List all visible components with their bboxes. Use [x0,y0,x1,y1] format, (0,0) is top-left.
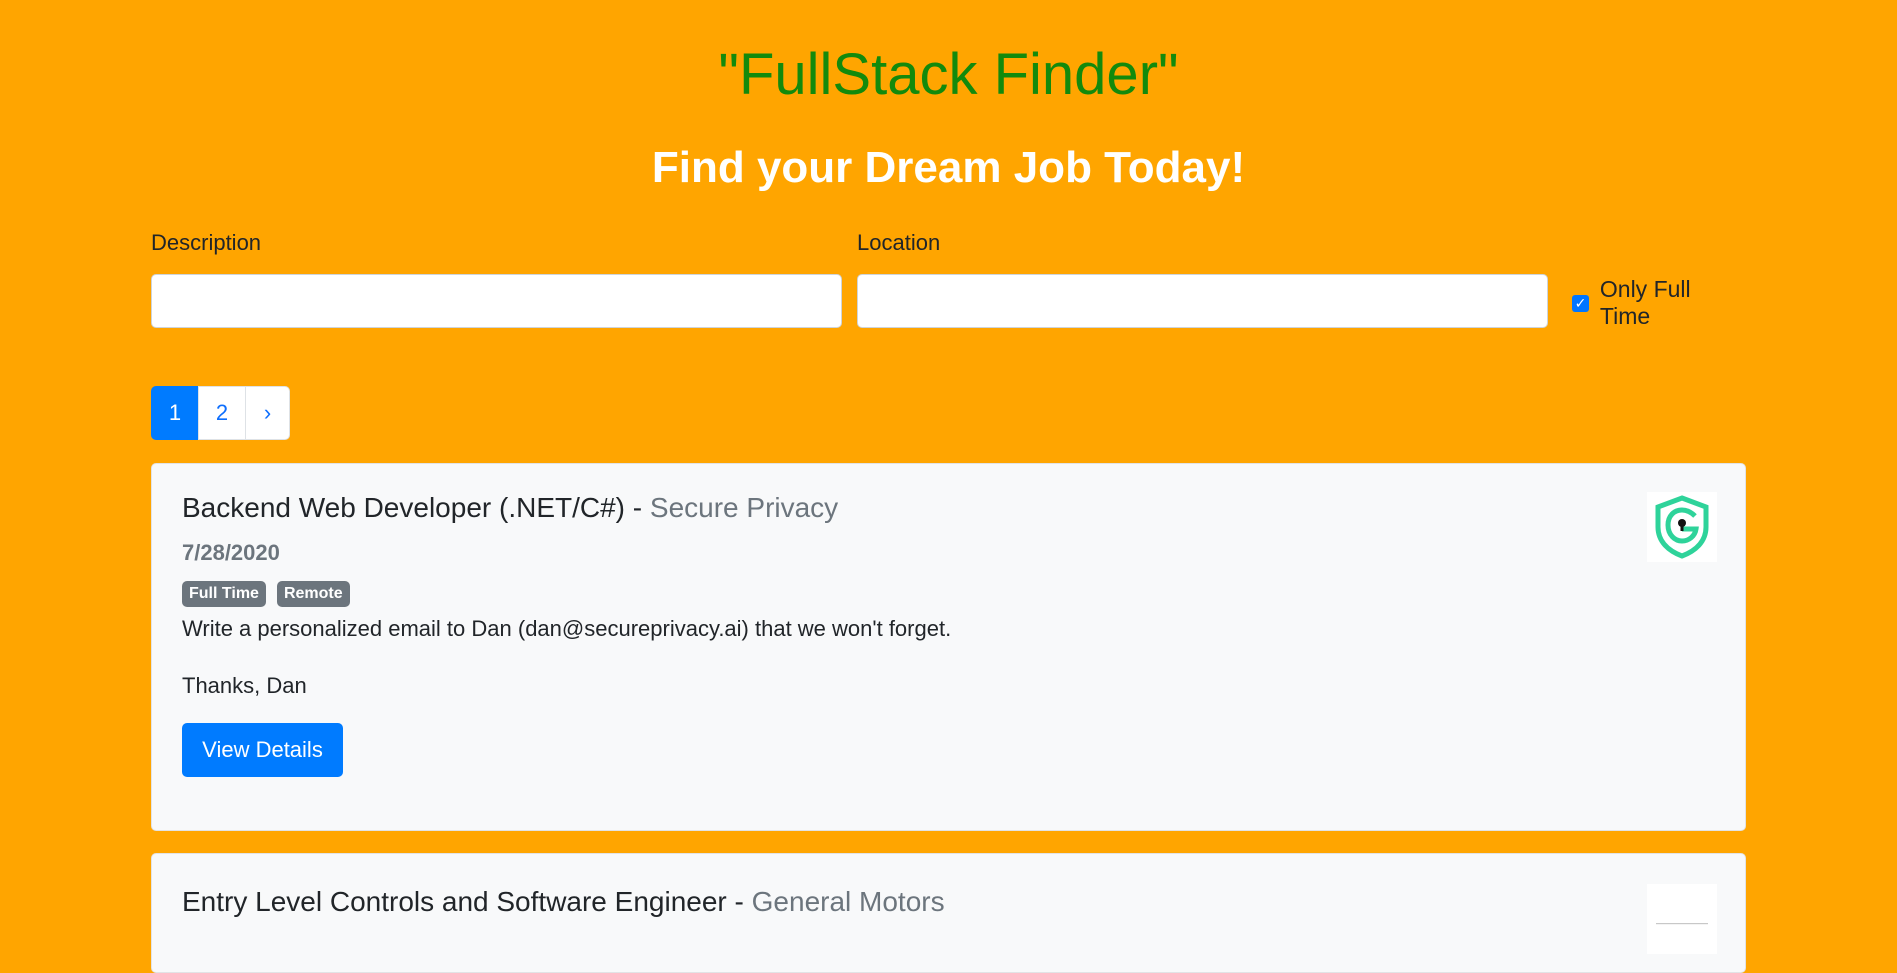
full-time-label[interactable]: Only Full Time [1600,276,1746,330]
job-signoff: Thanks, Dan [182,673,307,698]
app-title: "FullStack Finder" [718,42,1179,107]
title-separator: - [632,492,643,523]
company-name: General Motors [751,886,945,917]
job-title: Entry Level Controls and Software Engine… [182,886,727,917]
job-badges: Full Time Remote [182,581,361,607]
search-form: Description Location ✓ Only Full Time [151,230,1746,330]
badge-full-time: Full Time [182,581,266,607]
company-logo [1647,884,1717,954]
job-date: 7/28/2020 [182,540,280,565]
job-title: Backend Web Developer (.NET/C#) [182,492,625,523]
full-time-checkbox[interactable]: ✓ [1572,294,1589,312]
page-1-button[interactable]: 1 [151,386,199,440]
description-input[interactable] [151,274,842,328]
description-label: Description [151,230,262,255]
company-name: Secure Privacy [649,492,839,523]
location-label: Location [857,230,941,255]
page-subtitle: Find your Dream Job Today! [651,143,1246,192]
location-input[interactable] [857,274,1548,328]
shield-keyhole-icon [1655,495,1709,559]
general-motors-logo-icon [1656,923,1708,925]
job-title-line: Entry Level Controls and Software Engine… [182,886,945,918]
next-page-button[interactable]: › [245,386,290,440]
title-separator: - [734,886,744,917]
full-time-filter[interactable]: ✓ Only Full Time [1572,276,1746,329]
job-description: Write a personalized email to Dan (dan@s… [182,616,952,641]
job-title-line: Backend Web Developer (.NET/C#) - Secure… [182,492,838,524]
page-2-button[interactable]: 2 [198,386,246,440]
company-logo [1647,492,1717,562]
view-details-button[interactable]: View Details [182,723,343,777]
badge-remote: Remote [276,581,350,607]
pagination: 1 2 › [151,386,290,440]
job-card: Entry Level Controls and Software Engine… [151,853,1746,973]
job-card: Backend Web Developer (.NET/C#) - Secure… [151,463,1746,831]
